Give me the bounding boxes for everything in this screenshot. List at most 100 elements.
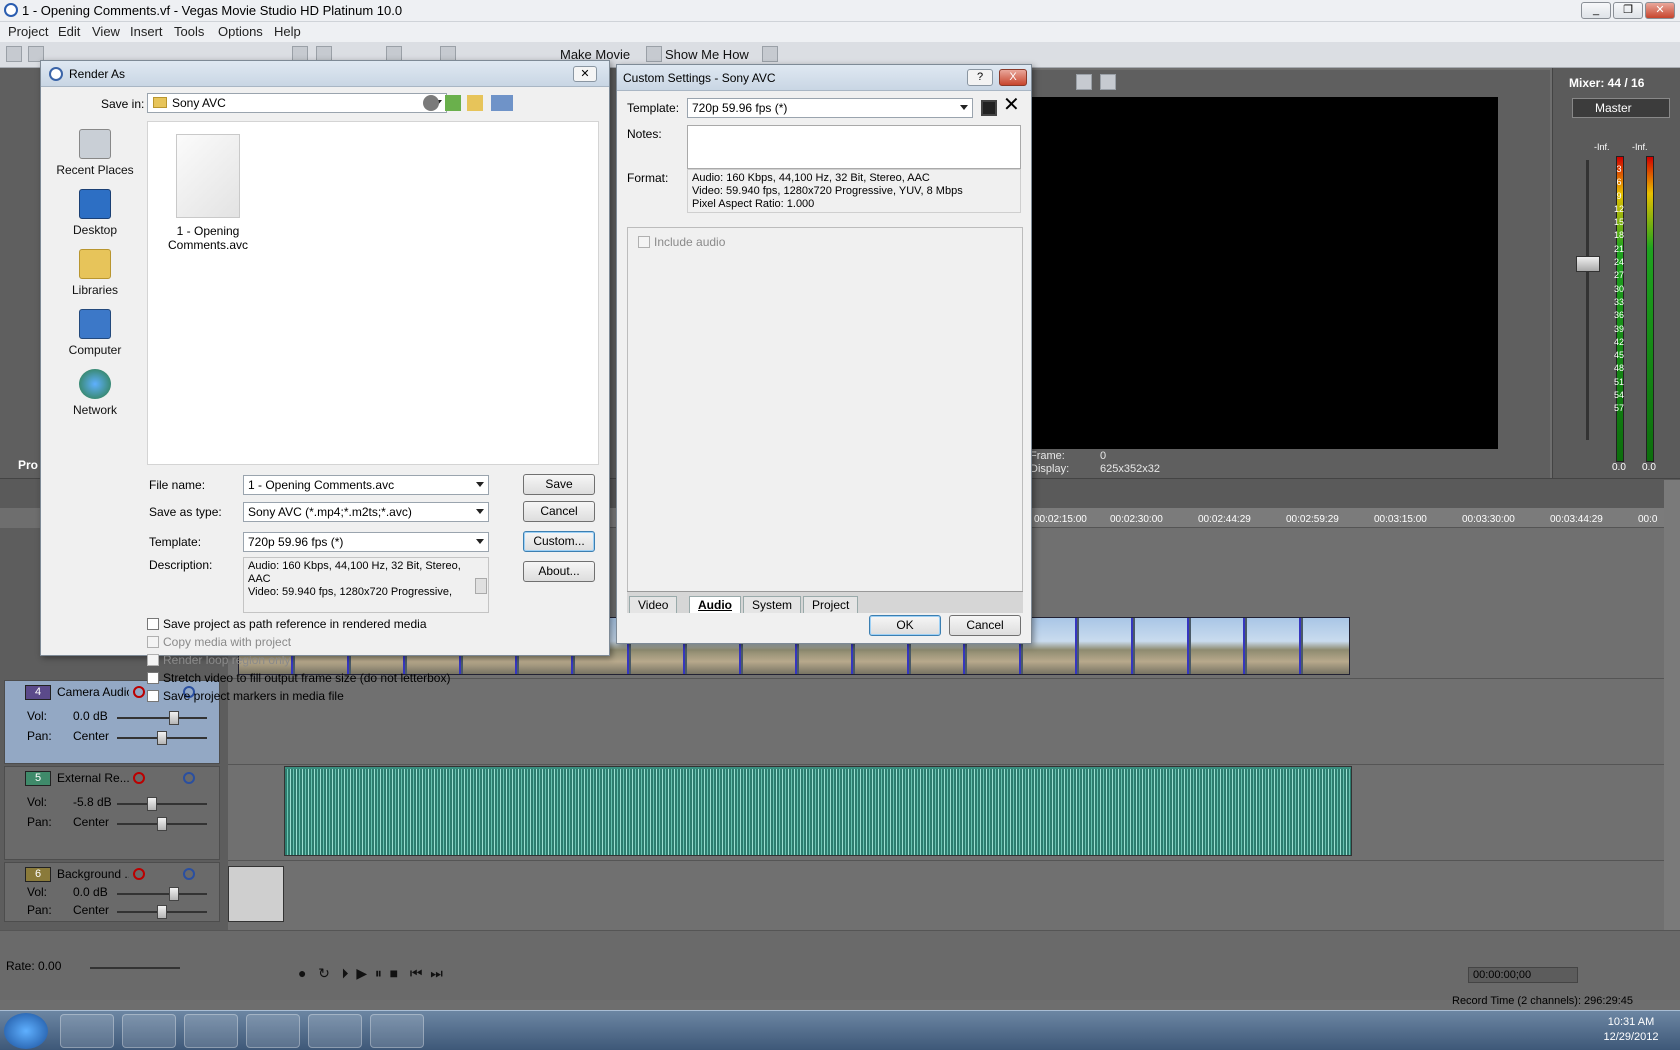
play-from-start-icon[interactable]: ⏵ xyxy=(342,965,349,981)
vol-slider[interactable] xyxy=(117,887,207,901)
go-to-end-icon[interactable]: ⏭ xyxy=(430,965,443,981)
help-pointer-icon[interactable] xyxy=(762,46,778,62)
outlook-icon[interactable] xyxy=(308,1014,362,1048)
vol-slider[interactable] xyxy=(117,711,207,725)
save-template-icon[interactable] xyxy=(981,100,997,116)
ie-icon[interactable] xyxy=(60,1014,114,1048)
pan-knob[interactable] xyxy=(157,731,167,745)
tab-system[interactable]: System xyxy=(743,596,802,613)
save-snapshot-icon[interactable] xyxy=(1100,74,1116,90)
delete-template-icon[interactable]: ✕ xyxy=(1003,95,1020,115)
about-button[interactable]: About... xyxy=(523,561,595,582)
arm-record-icon[interactable] xyxy=(133,868,145,880)
cancel-button[interactable]: Cancel xyxy=(523,501,595,522)
go-to-start-icon[interactable]: ⏮ xyxy=(410,965,423,981)
arm-record-icon[interactable] xyxy=(133,772,145,784)
menu-view[interactable]: View xyxy=(92,24,120,39)
file-item[interactable]: 1 - Opening Comments.avc xyxy=(168,134,248,252)
vol-label: Vol: xyxy=(27,885,48,899)
view-menu-icon[interactable] xyxy=(491,95,513,111)
pan-slider[interactable] xyxy=(117,817,207,831)
render-close-button[interactable]: ✕ xyxy=(573,66,597,82)
tab-project[interactable]: Project xyxy=(803,596,859,613)
vegas-taskbar-icon[interactable] xyxy=(246,1014,300,1048)
vol-knob[interactable] xyxy=(169,711,179,725)
record-icon[interactable]: ● xyxy=(298,965,306,981)
track-name[interactable]: Background ... xyxy=(57,867,129,881)
menu-edit[interactable]: Edit xyxy=(58,24,80,39)
custom-button[interactable]: Custom... xyxy=(523,531,595,552)
audio-event[interactable] xyxy=(284,766,1352,856)
start-button[interactable] xyxy=(4,1013,48,1049)
track-name[interactable]: Camera Audio xyxy=(57,685,129,699)
track-name[interactable]: External Re... xyxy=(57,771,129,785)
place-computer[interactable]: Computer xyxy=(53,309,137,357)
rate-slider[interactable] xyxy=(90,967,180,969)
pan-value: Center xyxy=(73,903,110,917)
close-button[interactable]: ✕ xyxy=(1645,2,1675,19)
notes-field[interactable] xyxy=(687,125,1021,169)
save-button[interactable]: Save xyxy=(523,474,595,495)
menu-options[interactable]: Options xyxy=(218,24,263,39)
place-network[interactable]: Network xyxy=(53,369,137,417)
new-folder-icon[interactable] xyxy=(467,95,483,111)
mute-icon[interactable] xyxy=(183,772,195,784)
vertical-scrollbar[interactable] xyxy=(1664,480,1680,930)
loop-icon[interactable]: ↻ xyxy=(318,965,330,981)
cs-cancel-button[interactable]: Cancel xyxy=(949,615,1021,636)
checkbox-stretch-video[interactable] xyxy=(147,672,159,684)
restore-button[interactable]: ❐ xyxy=(1613,2,1643,19)
file-list[interactable]: 1 - Opening Comments.avc xyxy=(147,121,599,465)
dock-tab[interactable]: Pro xyxy=(18,458,38,472)
pause-icon[interactable]: ⏸ xyxy=(375,965,382,981)
master-fader[interactable] xyxy=(1576,256,1600,272)
place-desktop[interactable]: Desktop xyxy=(53,189,137,237)
pan-slider[interactable] xyxy=(117,905,207,919)
explorer-icon[interactable] xyxy=(122,1014,176,1048)
description-scrollbar[interactable] xyxy=(475,578,487,594)
save-type-select[interactable]: Sony AVC (*.mp4;*.m2ts;*.avc) xyxy=(243,502,489,522)
new-icon[interactable] xyxy=(6,46,22,62)
menu-project[interactable]: Project xyxy=(8,24,48,39)
pan-slider[interactable] xyxy=(117,731,207,745)
cs-template-select[interactable]: 720p 59.96 fps (*) xyxy=(687,98,973,118)
show-me-how-icon[interactable] xyxy=(646,46,662,62)
up-folder-icon[interactable] xyxy=(445,95,461,111)
menu-help[interactable]: Help xyxy=(274,24,301,39)
background-audio-event[interactable] xyxy=(228,866,284,922)
clock[interactable]: 10:31 AM 12/29/2012 xyxy=(1596,1015,1666,1045)
app-icon-red[interactable] xyxy=(184,1014,238,1048)
pan-knob[interactable] xyxy=(157,817,167,831)
ok-button[interactable]: OK xyxy=(869,615,941,636)
track-header-background[interactable]: 6 Background ... Vol: 0.0 dB Pan: Center xyxy=(4,862,220,922)
arm-record-icon[interactable] xyxy=(133,686,145,698)
template-select[interactable]: 720p 59.96 fps (*) xyxy=(243,532,489,552)
tab-audio[interactable]: Audio xyxy=(689,596,741,613)
media-icon[interactable] xyxy=(370,1014,424,1048)
play-icon[interactable]: ▶ xyxy=(356,965,367,981)
tab-video[interactable]: Video xyxy=(629,596,678,613)
stop-icon[interactable]: ■ xyxy=(390,965,398,981)
track-header-external[interactable]: 5 External Re... Vol: -5.8 dB Pan: Cente… xyxy=(4,766,220,860)
vol-knob[interactable] xyxy=(169,887,179,901)
place-libraries[interactable]: Libraries xyxy=(53,249,137,297)
master-bus[interactable]: Master xyxy=(1572,98,1670,118)
save-in-combo[interactable]: Sony AVC xyxy=(147,93,447,113)
menu-insert[interactable]: Insert xyxy=(130,24,163,39)
vol-slider[interactable] xyxy=(117,797,207,811)
custom-close-button[interactable]: X xyxy=(999,69,1027,86)
place-recent[interactable]: Recent Places xyxy=(53,129,137,177)
computer-icon xyxy=(79,309,111,339)
back-icon[interactable] xyxy=(423,95,439,111)
minimize-button[interactable]: _ xyxy=(1581,2,1611,19)
show-me-how-button[interactable]: Show Me How xyxy=(665,47,749,62)
vol-knob[interactable] xyxy=(147,797,157,811)
file-name-input[interactable]: 1 - Opening Comments.avc xyxy=(243,475,489,495)
checkbox-path-reference[interactable] xyxy=(147,618,159,630)
checkbox-project-markers[interactable] xyxy=(147,690,159,702)
pan-knob[interactable] xyxy=(157,905,167,919)
preview-split-icon[interactable] xyxy=(1076,74,1092,90)
mute-icon[interactable] xyxy=(183,868,195,880)
help-button[interactable]: ? xyxy=(967,69,993,86)
menu-tools[interactable]: Tools xyxy=(174,24,204,39)
